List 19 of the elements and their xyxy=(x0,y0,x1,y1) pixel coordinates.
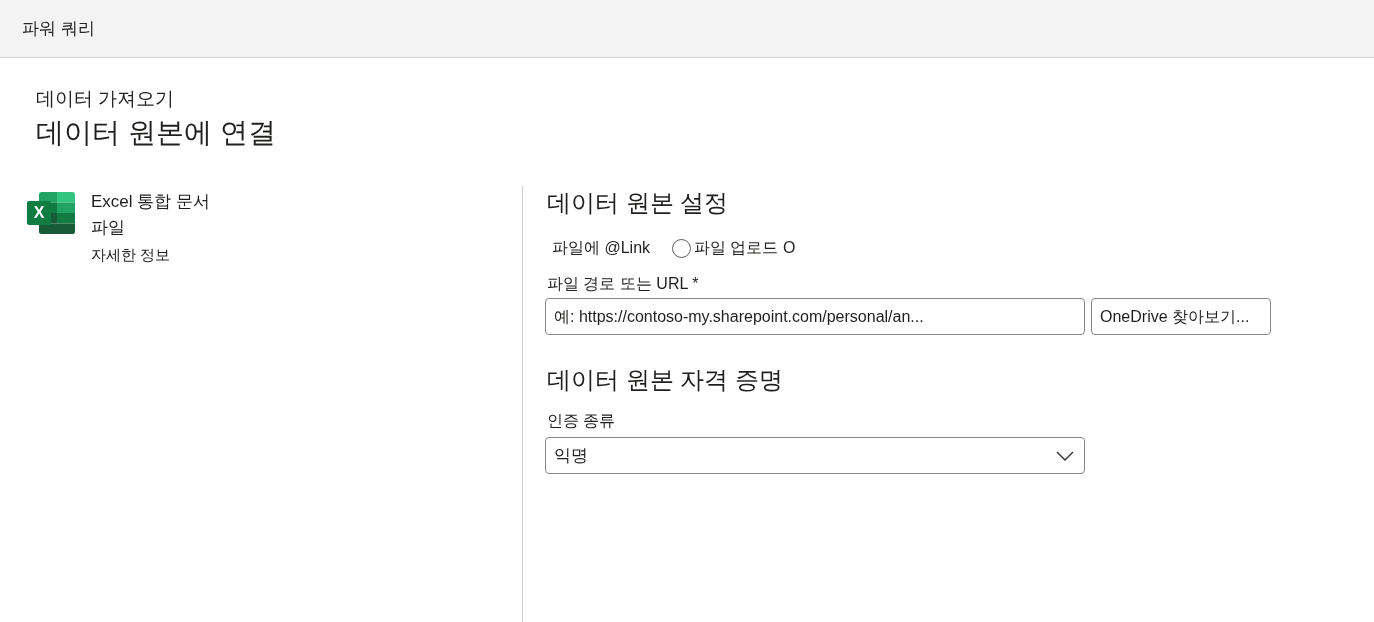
breadcrumb-text: 데이터 가져오기 xyxy=(36,87,175,111)
connector-category: 파일 xyxy=(91,217,125,239)
app-title: 파워 쿼리 xyxy=(22,17,95,40)
dropdown-value: 익명 xyxy=(554,444,588,467)
details-link[interactable]: 자세한 정보 xyxy=(91,245,171,265)
field-label: 파일 경로 또는 URL * xyxy=(547,274,699,294)
file-path-input[interactable]: 예: https://contoso-my.sharepoint.com/personal/an... xyxy=(545,298,1085,335)
chevron-down-icon xyxy=(1056,450,1074,461)
logo-letter-tile: X xyxy=(27,201,51,225)
radio-button[interactable] xyxy=(672,238,692,258)
auth-type-dropdown[interactable]: 익명 xyxy=(545,437,1085,474)
radio-option-label[interactable]: 파일 업로드 O xyxy=(694,236,796,260)
section-heading: 데이터 원본 자격 증명 xyxy=(547,365,783,395)
section-heading: 데이터 원본 설정 xyxy=(547,188,729,218)
radio-option-label[interactable]: 파일에 @Link xyxy=(552,236,651,260)
browse-onedrive-button[interactable]: OneDrive 찾아보기... xyxy=(1091,298,1271,335)
field-label: 인증 종류 xyxy=(547,411,616,431)
connector-name: Excel 통합 문서 xyxy=(91,191,211,213)
page-title: 데이터 원본에 연결 xyxy=(36,116,276,150)
